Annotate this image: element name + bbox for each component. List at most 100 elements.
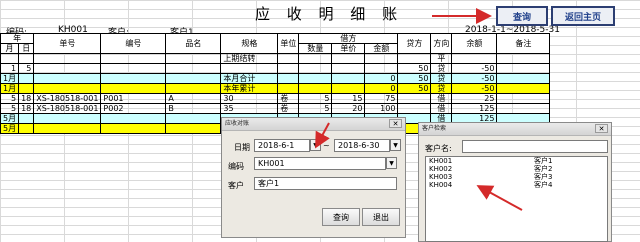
customer-list[interactable]: KH001 客户1 KH002 客户2 KH003 客户3 KH004 客户4	[425, 156, 608, 242]
date-from-field[interactable]: 2018-6-1	[254, 139, 310, 152]
cell-price[interactable]: 15	[331, 93, 366, 104]
cell-code[interactable]: P002	[100, 103, 167, 114]
cell-price[interactable]	[331, 63, 366, 74]
cell-balance[interactable]: 25	[451, 93, 498, 104]
cell-day[interactable]	[18, 113, 35, 124]
cell-amount[interactable]	[364, 53, 399, 64]
cell-voucher[interactable]	[33, 113, 102, 124]
cell-spec[interactable]: 本年累计	[220, 83, 279, 94]
cell-unit[interactable]	[277, 63, 300, 74]
cell-code[interactable]	[100, 113, 167, 124]
cell-name[interactable]	[165, 83, 222, 94]
cell-code[interactable]	[100, 123, 167, 134]
cell-qty[interactable]	[298, 73, 333, 84]
cell-code[interactable]	[100, 53, 167, 64]
cell-credit[interactable]	[397, 93, 432, 104]
cell-balance[interactable]: -50	[451, 63, 498, 74]
cell-remark[interactable]	[496, 73, 551, 84]
dialog-query-button[interactable]: 查询	[322, 208, 360, 226]
list-item[interactable]: KH001 客户1	[426, 157, 607, 165]
cell-name[interactable]: B	[165, 103, 222, 114]
home-button[interactable]: 返回主页	[551, 6, 615, 26]
cell-qty[interactable]: 5	[298, 93, 333, 104]
cell-amount[interactable]: 0	[364, 83, 399, 94]
cell-voucher[interactable]: XS-180518-001	[33, 103, 102, 114]
cell-credit[interactable]: 50	[397, 73, 432, 84]
cell-balance[interactable]: -50	[451, 83, 498, 94]
cell-code[interactable]	[100, 83, 167, 94]
dialog-exit-button[interactable]: 退出	[362, 208, 400, 226]
cell-spec[interactable]: 30	[220, 93, 279, 104]
cell-voucher[interactable]	[33, 123, 102, 134]
cell-day[interactable]: 5	[18, 63, 35, 74]
cell-credit[interactable]: 50	[397, 83, 432, 94]
cell-day[interactable]: 18	[18, 103, 35, 114]
cell-remark[interactable]	[496, 53, 551, 64]
cell-voucher[interactable]	[33, 53, 102, 64]
cell-price[interactable]	[331, 83, 366, 94]
cell-month[interactable]: 1月	[0, 83, 20, 94]
cell-credit[interactable]	[397, 103, 432, 114]
cell-name[interactable]	[165, 73, 222, 84]
cell-amount[interactable]: 75	[364, 93, 399, 104]
cell-day[interactable]: 18	[18, 93, 35, 104]
cell-dir[interactable]: 借	[430, 93, 453, 104]
cell-dir[interactable]: 借	[430, 103, 453, 114]
customer-name-input[interactable]	[462, 140, 608, 153]
cell-dir[interactable]: 贷	[430, 73, 453, 84]
cell-remark[interactable]	[496, 103, 551, 114]
cell-day[interactable]	[18, 83, 35, 94]
cell-month[interactable]: 1月	[0, 73, 20, 84]
cell-dir[interactable]: 贷	[430, 83, 453, 94]
cell-qty[interactable]	[298, 53, 333, 64]
cell-spec[interactable]: 本月合计	[220, 73, 279, 84]
cell-balance[interactable]: -50	[451, 73, 498, 84]
cell-remark[interactable]	[496, 83, 551, 94]
close-icon[interactable]: ✕	[595, 124, 608, 133]
cell-unit[interactable]: 卷	[277, 103, 300, 114]
cell-month[interactable]: 1	[0, 63, 20, 74]
cell-unit[interactable]: 卷	[277, 93, 300, 104]
chevron-down-icon[interactable]: ▼	[386, 157, 397, 169]
cell-remark[interactable]	[496, 93, 551, 104]
cell-code[interactable]	[100, 73, 167, 84]
cell-voucher[interactable]	[33, 63, 102, 74]
cell-name[interactable]: A	[165, 93, 222, 104]
date-to-field[interactable]: 2018-6-30	[334, 139, 390, 152]
cell-price[interactable]	[331, 53, 366, 64]
cell-month[interactable]: 5月	[0, 123, 20, 134]
cell-dir[interactable]: 贷	[430, 63, 453, 74]
customer-field[interactable]: 客户1	[254, 177, 397, 190]
cell-amount[interactable]: 100	[364, 103, 399, 114]
cell-name[interactable]	[165, 113, 222, 124]
cell-name[interactable]	[165, 63, 222, 74]
cell-balance[interactable]	[451, 53, 498, 64]
cell-day[interactable]	[18, 123, 35, 134]
cell-credit[interactable]: 50	[397, 63, 432, 74]
chevron-down-icon[interactable]: ▼	[310, 139, 321, 151]
cell-spec[interactable]: 上期结转	[220, 53, 279, 64]
close-icon[interactable]: ✕	[389, 119, 402, 128]
cell-unit[interactable]	[277, 73, 300, 84]
list-item[interactable]: KH003 客户3	[426, 173, 607, 181]
cell-remark[interactable]	[496, 63, 551, 74]
cell-month[interactable]: 5	[0, 103, 20, 114]
cell-name[interactable]	[165, 53, 222, 64]
cell-qty[interactable]	[298, 83, 333, 94]
list-item[interactable]: KH002 客户2	[426, 165, 607, 173]
cell-code[interactable]	[100, 63, 167, 74]
cell-dir[interactable]: 平	[430, 53, 453, 64]
cell-amount[interactable]: 0	[364, 73, 399, 84]
cell-voucher[interactable]	[33, 73, 102, 84]
list-item[interactable]: KH004 客户4	[426, 181, 607, 189]
cell-code[interactable]: P001	[100, 93, 167, 104]
cell-spec[interactable]: 35	[220, 103, 279, 114]
cell-unit[interactable]	[277, 83, 300, 94]
cell-name[interactable]	[165, 123, 222, 134]
cell-price[interactable]: 20	[331, 103, 366, 114]
query-button[interactable]: 查询	[496, 6, 548, 26]
cell-qty[interactable]	[298, 63, 333, 74]
cell-balance[interactable]: 125	[451, 103, 498, 114]
cell-spec[interactable]	[220, 63, 279, 74]
cell-day[interactable]	[18, 53, 35, 64]
